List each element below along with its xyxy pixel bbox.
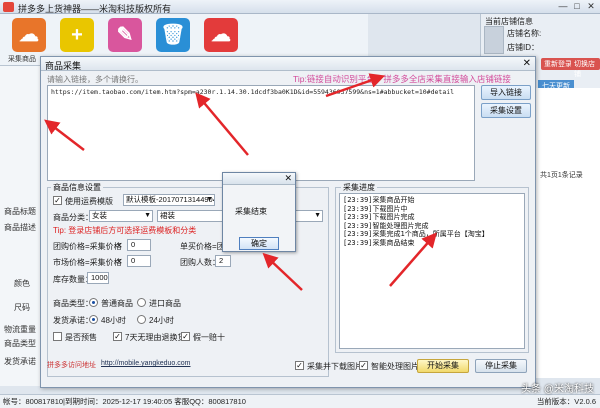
arrow-to-url-box (195, 92, 249, 156)
arrow-to-alert (262, 252, 303, 291)
arrow-to-settings (44, 119, 85, 151)
arrow-to-log (389, 232, 437, 287)
watermark: 头条 @米淘科技 (521, 384, 594, 395)
arrow-to-platform-tip (325, 73, 386, 98)
annotation-arrows (44, 73, 437, 291)
